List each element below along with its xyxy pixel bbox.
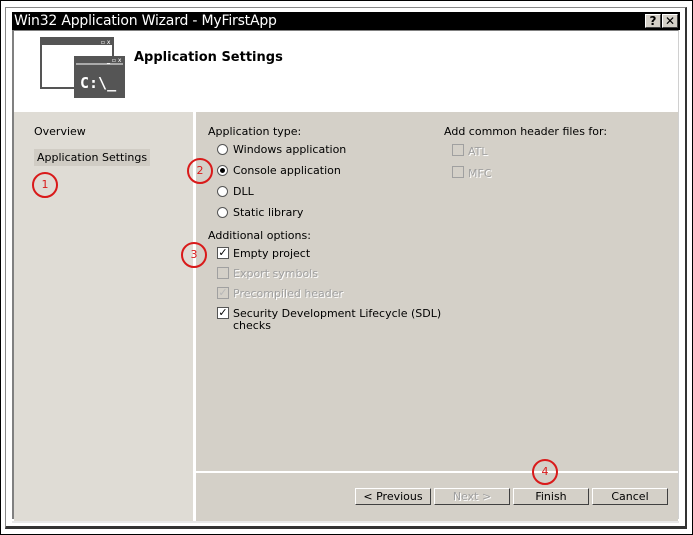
- windows-application-label[interactable]: Windows application: [233, 143, 346, 156]
- svg-text:_ ▫ x: _ ▫ x: [95, 39, 111, 46]
- wizard-header: _ ▫ x _ ▫ x C:\_ Application Settings: [14, 31, 678, 111]
- cancel-button[interactable]: Cancel: [592, 488, 668, 505]
- svg-text:_ ▫ x: _ ▫ x: [106, 57, 122, 64]
- console-application-label[interactable]: Console application: [233, 164, 341, 177]
- checkbox-sdl-checks[interactable]: ✓: [217, 307, 229, 319]
- close-button[interactable]: ✕: [662, 14, 678, 28]
- annotation-marker-2: 2: [187, 158, 213, 184]
- additional-options-label: Additional options:: [208, 229, 311, 242]
- window-title: Win32 Application Wizard - MyFirstApp: [14, 13, 277, 29]
- dll-label[interactable]: DLL: [233, 185, 254, 198]
- annotation-marker-3: 3: [181, 242, 207, 268]
- precompiled-header-label: Precompiled header: [233, 287, 344, 300]
- export-symbols-label: Export symbols: [233, 267, 318, 280]
- radio-selected-dot: [220, 168, 225, 173]
- common-headers-label: Add common header files for:: [444, 125, 608, 138]
- next-button[interactable]: Next >: [434, 488, 510, 505]
- footer-separator: [196, 471, 678, 473]
- radio-static-library[interactable]: [217, 207, 228, 218]
- checkbox-mfc[interactable]: [452, 166, 464, 178]
- sidebar-item-application-settings[interactable]: Application Settings: [34, 149, 151, 166]
- checkbox-atl[interactable]: [452, 144, 464, 156]
- checkbox-precompiled-header[interactable]: ✓: [217, 287, 229, 299]
- svg-text:C:\_: C:\_: [80, 74, 117, 92]
- application-type-label: Application type:: [208, 125, 302, 138]
- finish-button[interactable]: Finish: [513, 488, 589, 505]
- sdl-checks-label-line2[interactable]: checks: [233, 319, 271, 332]
- previous-button[interactable]: < Previous: [355, 488, 431, 505]
- radio-windows-application[interactable]: [217, 144, 228, 155]
- checkbox-empty-project[interactable]: ✓: [217, 247, 229, 259]
- radio-console-application[interactable]: [217, 165, 228, 176]
- sidebar-item-overview[interactable]: Overview: [34, 125, 86, 138]
- static-library-label[interactable]: Static library: [233, 206, 303, 219]
- dialog-bottom-edge: [12, 521, 679, 523]
- annotation-marker-4: 4: [532, 459, 558, 485]
- mfc-label: MFC: [468, 167, 492, 180]
- console-app-icon: _ ▫ x _ ▫ x C:\_: [40, 37, 125, 98]
- annotation-marker-1: 1: [32, 172, 58, 198]
- empty-project-label[interactable]: Empty project: [233, 247, 310, 260]
- atl-label: ATL: [468, 145, 488, 158]
- page-title: Application Settings: [134, 50, 283, 65]
- checkbox-export-symbols[interactable]: [217, 267, 229, 279]
- title-bar[interactable]: Win32 Application Wizard - MyFirstApp ? …: [12, 12, 680, 30]
- help-button[interactable]: ?: [645, 14, 661, 28]
- radio-dll[interactable]: [217, 186, 228, 197]
